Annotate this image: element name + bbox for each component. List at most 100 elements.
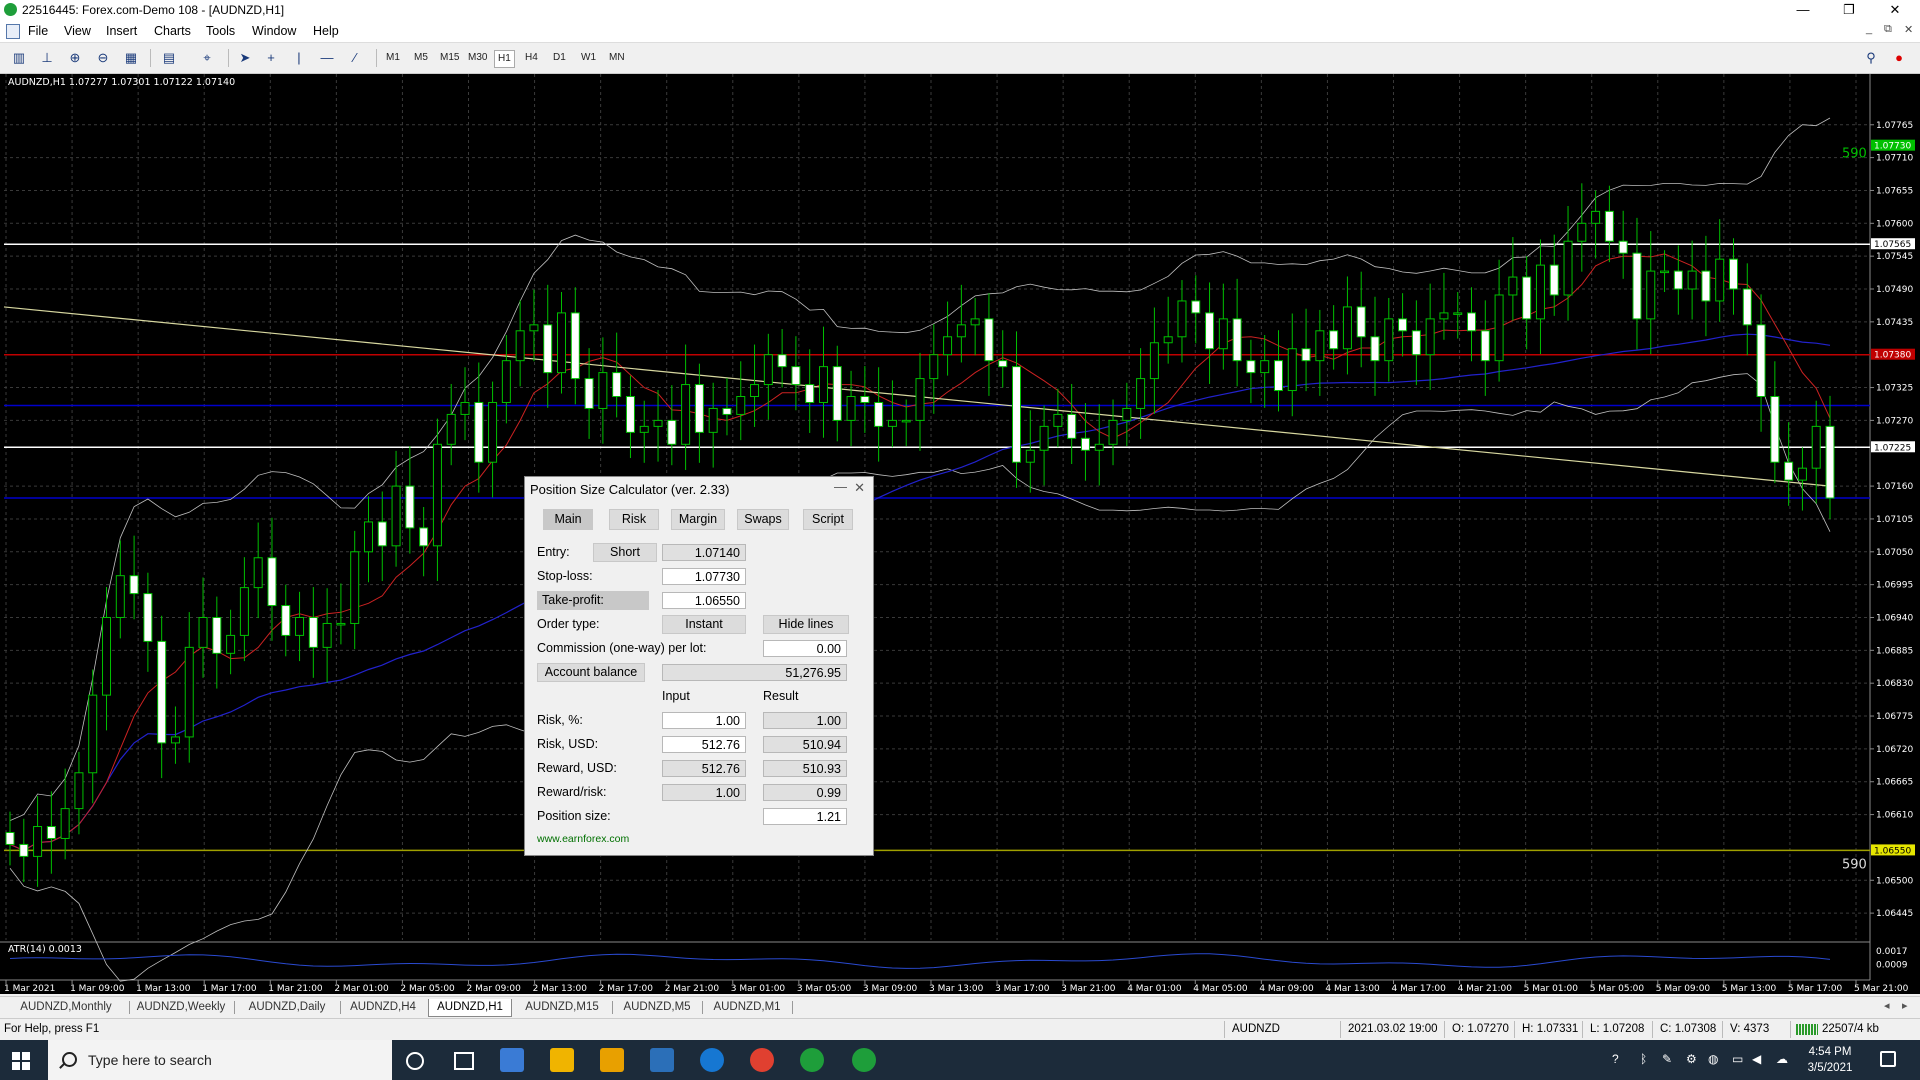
action-center-icon[interactable] (1880, 1051, 1896, 1067)
tab-audnzd-m15[interactable]: AUDNZD,M15 (514, 999, 610, 1016)
zoom-in-icon[interactable]: ⊕ (64, 48, 86, 68)
metatrader-taskbar-icon[interactable] (800, 1048, 824, 1072)
new-chart-icon[interactable]: ▥ (8, 48, 30, 68)
cursor-icon[interactable]: ➤ (234, 48, 256, 68)
template-icon[interactable]: ▤ (158, 48, 180, 68)
chrome-browser-icon[interactable] (750, 1048, 774, 1072)
windows-start-icon[interactable] (12, 1052, 30, 1070)
zoom-out-icon[interactable]: ⊖ (92, 48, 114, 68)
tab-swaps[interactable]: Swaps (737, 509, 789, 530)
bearish-candle (543, 324, 553, 374)
account-balance-button[interactable]: Account balance (537, 663, 645, 682)
commission-label: Commission (one-way) per lot: (537, 641, 707, 655)
crosshair-target-icon[interactable]: ⌖ (196, 48, 218, 68)
bullish-candle (557, 312, 567, 374)
minimize-button[interactable]: — (1780, 0, 1826, 20)
tab-audnzd-h4[interactable]: AUDNZD,H4 (342, 999, 424, 1016)
timeframe-m30[interactable]: M30 (465, 50, 490, 66)
tab-margin[interactable]: Margin (671, 509, 725, 530)
take-profit-button[interactable]: Take-profit: (537, 591, 649, 610)
tabs-scroll-left-icon[interactable]: ◂ (1884, 999, 1890, 1012)
mdi-close-button[interactable]: ✕ (1904, 23, 1913, 36)
pen-tray-icon[interactable]: ✎ (1662, 1052, 1672, 1066)
volume-tray-icon[interactable]: ◀ (1752, 1052, 1761, 1066)
timeframe-m15[interactable]: M15 (437, 50, 462, 66)
timeframe-h4[interactable]: H4 (522, 50, 541, 66)
tab-audnzd-daily[interactable]: AUDNZD,Daily (236, 999, 338, 1016)
price-chart[interactable]: 1.07765 1.07710 1.07655 1.07600 1.07545 1.074… (0, 74, 1920, 994)
menu-charts[interactable]: Charts (154, 24, 191, 38)
kodi-app-icon[interactable] (650, 1048, 674, 1072)
earnforex-link[interactable]: www.earnforex.com (537, 833, 629, 845)
menu-tools[interactable]: Tools (206, 24, 235, 38)
search-icon[interactable]: ⚲ (1860, 48, 1882, 68)
menu-view[interactable]: View (64, 24, 91, 38)
timeframe-w1[interactable]: W1 (578, 50, 599, 66)
calculator-close-icon[interactable]: ✕ (854, 480, 865, 496)
risk-percent-input[interactable]: 1.00 (662, 712, 746, 729)
onedrive-tray-icon[interactable]: ☁ (1776, 1052, 1788, 1066)
vpn-tray-icon[interactable]: ◍ (1708, 1052, 1718, 1066)
mdi-minimize-button[interactable]: _ (1866, 23, 1872, 35)
bullish-candle (460, 401, 470, 415)
timeframe-m1[interactable]: M1 (383, 50, 403, 66)
notification-icon[interactable]: ● (1888, 48, 1910, 68)
bluetooth-tray-icon[interactable]: ᛒ (1640, 1052, 1647, 1066)
bearish-candle (129, 575, 139, 595)
atr-indicator-label: ATR(14) 0.0013 (8, 944, 82, 955)
menu-file[interactable]: File (28, 24, 48, 38)
taskbar-search-box[interactable]: Type here to search (48, 1040, 392, 1080)
settings-tray-icon[interactable]: ⚙ (1686, 1052, 1697, 1066)
file-explorer-icon[interactable] (600, 1048, 624, 1072)
hide-lines-button[interactable]: Hide lines (763, 615, 849, 634)
horizontal-line-icon[interactable]: — (316, 48, 338, 68)
help-tray-icon[interactable]: ? (1612, 1052, 1619, 1066)
menu-help[interactable]: Help (313, 24, 339, 38)
cortana-icon[interactable] (406, 1052, 424, 1070)
maximize-button[interactable]: ❐ (1826, 0, 1872, 20)
tab-risk[interactable]: Risk (609, 509, 659, 530)
take-profit-field[interactable]: 1.06550 (662, 592, 746, 609)
bearish-candle (1632, 252, 1642, 320)
metatrader-active-taskbar-icon[interactable] (852, 1048, 876, 1072)
timeframe-h1[interactable]: H1 (494, 50, 515, 68)
candles-chart-icon[interactable]: ⊥ (36, 48, 58, 68)
tab-audnzd-monthly[interactable]: AUDNZD,Monthly (4, 999, 128, 1016)
position-size-result[interactable]: 1.21 (763, 808, 847, 825)
crosshair-icon[interactable]: + (260, 48, 282, 68)
sticky-notes-app-icon[interactable] (550, 1048, 574, 1072)
close-button[interactable]: ✕ (1872, 0, 1918, 20)
mdi-restore-button[interactable]: ⧉ (1884, 23, 1892, 36)
trendline-icon[interactable]: ⁄ (344, 48, 366, 68)
tile-windows-icon[interactable]: ▦ (120, 48, 142, 68)
bullish-candle (763, 354, 773, 386)
desktop-app-icon[interactable] (500, 1048, 524, 1072)
tab-audnzd-h1[interactable]: AUDNZD,H1 (428, 999, 512, 1017)
network-tray-icon[interactable]: ▭ (1732, 1052, 1743, 1066)
tab-script[interactable]: Script (803, 509, 853, 530)
task-view-icon[interactable] (454, 1052, 474, 1070)
tab-audnzd-weekly[interactable]: AUDNZD,Weekly (130, 999, 232, 1016)
timeframe-mn[interactable]: MN (606, 50, 628, 66)
calculator-minimize-icon[interactable]: — (834, 479, 847, 494)
status-low: L: 1.07208 (1590, 1023, 1645, 1035)
taskbar-clock[interactable]: 4:54 PM 3/5/2021 (1800, 1044, 1860, 1076)
stop-loss-field[interactable]: 1.07730 (662, 568, 746, 585)
order-type-button[interactable]: Instant (662, 615, 746, 634)
edge-browser-icon[interactable] (700, 1048, 724, 1072)
timeframe-m5[interactable]: M5 (411, 50, 431, 66)
tab-audnzd-m1[interactable]: AUDNZD,M1 (704, 999, 790, 1016)
timeframe-d1[interactable]: D1 (550, 50, 569, 66)
entry-type-button[interactable]: Short (593, 543, 657, 562)
entry-price-field[interactable]: 1.07140 (662, 544, 746, 561)
time-axis-label: 4 Mar 01:00 (1127, 984, 1182, 994)
menu-insert[interactable]: Insert (106, 24, 137, 38)
vertical-line-icon[interactable]: | (288, 48, 310, 68)
menu-window[interactable]: Window (252, 24, 296, 38)
tab-main[interactable]: Main (543, 509, 593, 530)
tabs-scroll-right-icon[interactable]: ▸ (1902, 999, 1908, 1012)
tab-audnzd-m5[interactable]: AUDNZD,M5 (614, 999, 700, 1016)
risk-usd-input[interactable]: 512.76 (662, 736, 746, 753)
account-balance-field: 51,276.95 (662, 664, 847, 681)
commission-field[interactable]: 0.00 (763, 640, 847, 657)
